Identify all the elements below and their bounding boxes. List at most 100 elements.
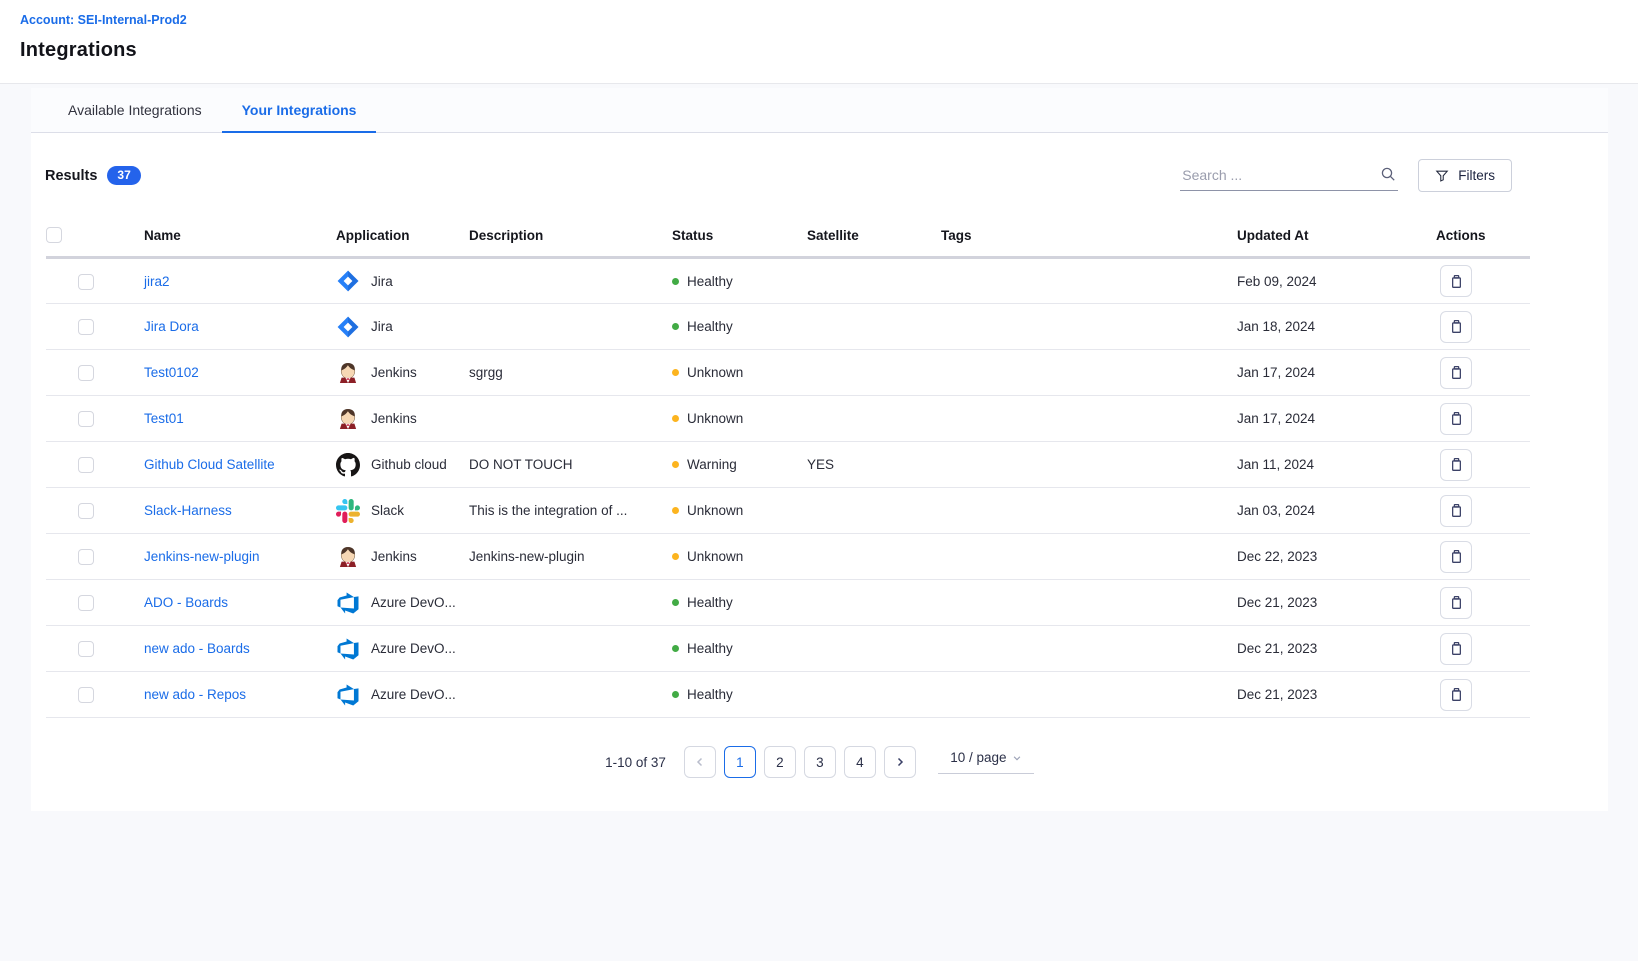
application-icon xyxy=(336,637,360,661)
row-checkbox[interactable] xyxy=(78,503,94,519)
delete-button[interactable] xyxy=(1440,633,1472,665)
integration-name-link[interactable]: Test0102 xyxy=(144,365,199,380)
application-icon xyxy=(336,453,360,477)
status-dot xyxy=(672,415,679,422)
delete-button[interactable] xyxy=(1440,541,1472,573)
integration-name-link[interactable]: Slack-Harness xyxy=(144,503,232,518)
trash-icon xyxy=(1449,503,1464,518)
delete-button[interactable] xyxy=(1440,265,1472,297)
cell-updated-at: Dec 21, 2023 xyxy=(1237,672,1436,718)
integration-name-link[interactable]: Github Cloud Satellite xyxy=(144,457,275,472)
application-label: Jenkins xyxy=(371,365,417,380)
cell-status: Healthy xyxy=(672,580,807,626)
row-checkbox[interactable] xyxy=(78,595,94,611)
application-icon xyxy=(336,269,360,293)
cell-actions xyxy=(1436,442,1530,488)
next-page-button[interactable] xyxy=(884,746,916,778)
delete-button[interactable] xyxy=(1440,679,1472,711)
cell-tags xyxy=(941,626,1237,672)
integration-name-link[interactable]: new ado - Repos xyxy=(144,687,246,702)
azure-devops-icon xyxy=(336,591,360,615)
row-checkbox[interactable] xyxy=(78,549,94,565)
updated-at-value: Dec 21, 2023 xyxy=(1237,595,1317,610)
page-title: Integrations xyxy=(20,39,1638,62)
trash-icon xyxy=(1449,411,1464,426)
cell-actions xyxy=(1436,626,1530,672)
filters-label: Filters xyxy=(1458,168,1495,183)
search-icon[interactable] xyxy=(1380,166,1396,182)
cell-tags xyxy=(941,580,1237,626)
delete-button[interactable] xyxy=(1440,449,1472,481)
cell-tags xyxy=(941,396,1237,442)
cell-satellite xyxy=(807,396,941,442)
page-button-4[interactable]: 4 xyxy=(844,746,876,778)
delete-button[interactable] xyxy=(1440,495,1472,527)
account-breadcrumb-link[interactable]: Account: SEI-Internal-Prod2 xyxy=(20,13,1638,27)
table-row: Jira Dora Jira Healthy xyxy=(46,304,1530,350)
cell-actions xyxy=(1436,258,1530,304)
tab-your-integrations[interactable]: Your Integrations xyxy=(222,88,377,133)
integration-name-link[interactable]: Jenkins-new-plugin xyxy=(144,549,260,564)
delete-button[interactable] xyxy=(1440,357,1472,389)
cell-satellite xyxy=(807,672,941,718)
row-checkbox[interactable] xyxy=(78,274,94,290)
page-button-3[interactable]: 3 xyxy=(804,746,836,778)
row-checkbox[interactable] xyxy=(78,365,94,381)
status-label: Warning xyxy=(687,457,737,472)
integration-name-link[interactable]: Test01 xyxy=(144,411,184,426)
cell-description: sgrgg xyxy=(469,350,672,396)
table-row: Slack-Harness Slack This is the integrat… xyxy=(46,488,1530,534)
table-header-row: NameApplicationDescriptionStatusSatellit… xyxy=(46,214,1530,258)
status-label: Healthy xyxy=(687,641,733,656)
integration-name-link[interactable]: Jira Dora xyxy=(144,319,199,334)
tab-bar: Available Integrations Your Integrations xyxy=(31,88,1608,133)
cell-tags xyxy=(941,304,1237,350)
updated-at-value: Jan 11, 2024 xyxy=(1237,457,1314,472)
row-checkbox[interactable] xyxy=(78,641,94,657)
column-header-name: Name xyxy=(144,214,336,258)
tab-available-integrations[interactable]: Available Integrations xyxy=(48,88,222,133)
delete-button[interactable] xyxy=(1440,311,1472,343)
cell-status: Healthy xyxy=(672,672,807,718)
status-label: Healthy xyxy=(687,319,733,334)
description-text: sgrgg xyxy=(469,365,503,380)
integration-name-link[interactable]: new ado - Boards xyxy=(144,641,250,656)
cell-description xyxy=(469,626,672,672)
status-dot xyxy=(672,553,679,560)
cell-actions xyxy=(1436,350,1530,396)
page-button-2[interactable]: 2 xyxy=(764,746,796,778)
cell-actions xyxy=(1436,534,1530,580)
cell-name: Slack-Harness xyxy=(144,488,336,534)
cell-name: new ado - Boards xyxy=(144,626,336,672)
column-header-actions: Actions xyxy=(1436,214,1530,258)
chevron-right-icon xyxy=(894,756,906,768)
page-size-select[interactable]: 10 / page xyxy=(938,750,1034,774)
status-label: Unknown xyxy=(687,411,743,426)
delete-button[interactable] xyxy=(1440,403,1472,435)
search-input[interactable] xyxy=(1180,161,1398,191)
integration-name-link[interactable]: jira2 xyxy=(144,274,170,289)
select-all-checkbox[interactable] xyxy=(46,227,62,243)
integration-name-link[interactable]: ADO - Boards xyxy=(144,595,228,610)
cell-updated-at: Feb 09, 2024 xyxy=(1237,258,1436,304)
filters-button[interactable]: Filters xyxy=(1418,159,1512,192)
previous-page-button[interactable] xyxy=(684,746,716,778)
cell-satellite xyxy=(807,534,941,580)
cell-description xyxy=(469,580,672,626)
row-checkbox[interactable] xyxy=(78,319,94,335)
application-icon xyxy=(336,545,360,569)
trash-icon xyxy=(1449,319,1464,334)
table-row: Test01 Jenkins Unknown xyxy=(46,396,1530,442)
row-checkbox[interactable] xyxy=(78,411,94,427)
trash-icon xyxy=(1449,365,1464,380)
results-count-badge: 37 xyxy=(107,166,140,185)
updated-at-value: Dec 21, 2023 xyxy=(1237,687,1317,702)
cell-updated-at: Dec 21, 2023 xyxy=(1237,580,1436,626)
status-dot xyxy=(672,369,679,376)
cell-updated-at: Dec 22, 2023 xyxy=(1237,534,1436,580)
delete-button[interactable] xyxy=(1440,587,1472,619)
page-button-1[interactable]: 1 xyxy=(724,746,756,778)
row-checkbox[interactable] xyxy=(78,457,94,473)
row-checkbox[interactable] xyxy=(78,687,94,703)
updated-at-value: Dec 22, 2023 xyxy=(1237,549,1317,564)
